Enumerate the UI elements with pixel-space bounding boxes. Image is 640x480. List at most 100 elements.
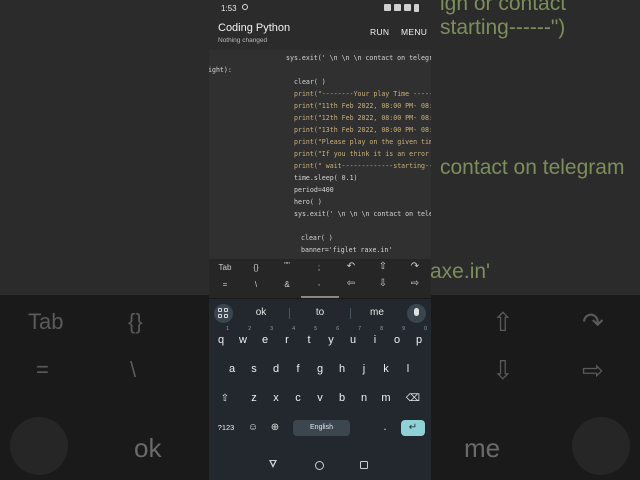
key-z[interactable]: z	[244, 387, 264, 410]
extra-keys-bar: Tab {} "" ; ↶ ⇧ ↷ = \ & , ⇦ ⇩ ⇨	[209, 259, 431, 298]
globe-icon[interactable]: ⊕	[265, 416, 285, 439]
code-line: print("12th Feb 2022, 08:00 PM- 08:30	[294, 114, 431, 122]
arrow-down-icon[interactable]: ⇩	[369, 278, 397, 289]
code-line: clear( )	[294, 78, 326, 86]
background-code-line: contact on telegram	[440, 156, 625, 179]
background-key: ⇨	[582, 355, 604, 385]
period-key[interactable]: .	[375, 416, 395, 439]
key-b[interactable]: b	[332, 387, 352, 410]
key-h[interactable]: h	[332, 358, 352, 381]
tab-key[interactable]: Tab	[211, 263, 239, 272]
shift-icon[interactable]: ⇧	[215, 387, 235, 410]
key-l[interactable]: l	[398, 358, 418, 381]
menu-button[interactable]: MENU	[401, 27, 427, 37]
app-title: Coding Python	[218, 22, 291, 34]
enter-icon[interactable]: ↵	[401, 420, 425, 436]
space-bar[interactable]: English	[293, 420, 350, 436]
app-subtitle: Nothing changed	[218, 37, 268, 44]
key-v[interactable]: v	[310, 387, 330, 410]
key-k[interactable]: k	[376, 358, 396, 381]
key-q[interactable]: q1	[211, 326, 231, 352]
backspace-icon[interactable]: ⌫	[403, 387, 423, 410]
arrow-up-icon[interactable]: ⇧	[369, 261, 397, 272]
code-line: sys.exit(' \n \n \n contact on telegram	[294, 210, 431, 218]
recents-icon[interactable]	[360, 461, 368, 469]
background-code-line: ign or contact	[440, 0, 567, 15]
background-grid-button	[10, 417, 68, 475]
app-bar: Coding Python Nothing changed RUN MENU	[209, 16, 431, 50]
backslash-key[interactable]: \	[242, 280, 270, 289]
key-a[interactable]: a	[222, 358, 242, 381]
key-r[interactable]: r4	[277, 326, 297, 352]
key-o[interactable]: o9	[387, 326, 407, 352]
background-suggestion: me	[464, 433, 501, 463]
code-editor[interactable]: sys.exit(' \n \n \n contact on telegram …	[209, 50, 431, 259]
key-f[interactable]: f	[288, 358, 308, 381]
background-key: ⇩	[492, 355, 514, 385]
key-n[interactable]: n	[354, 387, 374, 410]
key-j[interactable]: j	[354, 358, 374, 381]
suggestion-item[interactable]: me	[347, 307, 407, 318]
code-line: ight):	[209, 66, 232, 74]
code-line: sys.exit(' \n \n \n contact on telegram …	[286, 54, 431, 62]
code-line: print("Please play on the given time, an…	[294, 138, 431, 146]
symbols-key[interactable]: ?123	[216, 416, 236, 439]
key-t[interactable]: t5	[299, 326, 319, 352]
home-icon[interactable]	[315, 461, 324, 470]
comma-key[interactable]: ,	[305, 278, 333, 287]
ampersand-key[interactable]: &	[273, 280, 301, 289]
background-suggestion: ok	[134, 433, 162, 463]
code-line: print("If you think it is an error conta…	[294, 150, 431, 158]
key-x[interactable]: x	[266, 387, 286, 410]
arrow-left-icon[interactable]: ⇦	[337, 278, 365, 289]
microphone-icon[interactable]	[407, 304, 426, 323]
background-key: \	[130, 357, 137, 382]
key-i[interactable]: i8	[365, 326, 385, 352]
code-line: print("11th Feb 2022, 08:00 PM- 08:30	[294, 102, 431, 110]
recording-icon	[242, 4, 248, 10]
suggestion-item[interactable]: ok	[231, 307, 291, 318]
screen-recording-frame: ign or contact starting------") contact …	[0, 0, 640, 480]
suggestion-item[interactable]: to	[290, 307, 350, 318]
notification-icon	[384, 4, 391, 11]
key-d[interactable]: d	[266, 358, 286, 381]
key-u[interactable]: u7	[343, 326, 363, 352]
phone-screen: 1:53 Coding Python Nothing changed RUN M…	[209, 0, 431, 480]
redo-icon[interactable]: ↷	[401, 261, 429, 272]
status-time: 1:53	[221, 4, 237, 13]
code-line: print("13th Feb 2022, 08:00 PM- 08:30	[294, 126, 431, 134]
run-button[interactable]: RUN	[370, 27, 389, 37]
semicolon-key[interactable]: ;	[305, 263, 333, 272]
braces-key[interactable]: {}	[242, 263, 270, 272]
code-line: clear( )	[301, 234, 333, 242]
code-line: period=400	[294, 186, 334, 194]
soft-keyboard: q1 w2 e3 r4 t5 y6 u7 i8 o9 p0 a s d f g …	[209, 326, 431, 443]
code-line: print(" wait-------------starting------"…	[294, 162, 431, 170]
key-y[interactable]: y6	[321, 326, 341, 352]
key-p[interactable]: p0	[409, 326, 429, 352]
arrow-right-icon[interactable]: ⇨	[401, 278, 429, 289]
status-bar: 1:53	[209, 0, 431, 16]
background-code-line: starting------")	[440, 16, 566, 39]
background-mic-button	[572, 417, 630, 475]
undo-icon[interactable]: ↶	[337, 261, 365, 272]
key-g[interactable]: g	[310, 358, 330, 381]
key-c[interactable]: c	[288, 387, 308, 410]
quotes-key[interactable]: ""	[273, 261, 301, 270]
suggestion-bar: ok to me	[209, 298, 431, 327]
back-icon-inner	[271, 461, 275, 465]
key-s[interactable]: s	[244, 358, 264, 381]
navigation-bar	[209, 443, 431, 480]
key-w[interactable]: w2	[233, 326, 253, 352]
background-key: ⇧	[492, 307, 514, 337]
equals-key[interactable]: =	[211, 280, 239, 289]
background-key: {}	[128, 309, 143, 334]
background-code-line: axe.in'	[430, 260, 491, 283]
emoji-icon[interactable]: ☺	[243, 416, 263, 439]
code-line: time.sleep( 0.1)	[294, 174, 358, 182]
signal-icon	[394, 4, 401, 11]
key-m[interactable]: m	[376, 387, 396, 410]
key-e[interactable]: e3	[255, 326, 275, 352]
background-key: Tab	[28, 309, 64, 334]
code-line: hero( )	[294, 198, 322, 206]
